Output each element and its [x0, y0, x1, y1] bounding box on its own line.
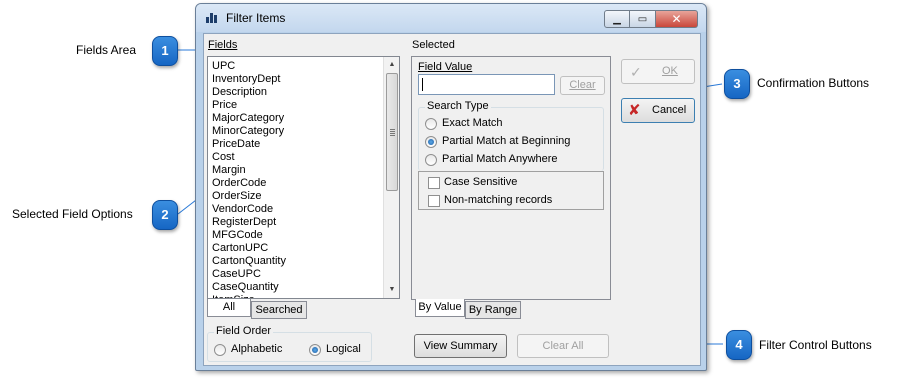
tab-by-value[interactable]: By Value: [415, 299, 465, 317]
text-caret: [422, 78, 423, 91]
checkbox-non-matching-records[interactable]: [428, 195, 440, 207]
tab-all[interactable]: All: [207, 299, 251, 317]
radio-logical[interactable]: [309, 344, 321, 356]
field-value-label: Field Value: [418, 61, 473, 73]
fields-scrollbar[interactable]: ▲ ▼: [383, 57, 399, 298]
list-item[interactable]: OrderCode: [212, 177, 384, 190]
list-item[interactable]: CartonQuantity: [212, 255, 384, 268]
radio-alphabetic[interactable]: [214, 344, 226, 356]
list-item[interactable]: VendorCode: [212, 203, 384, 216]
radio-logical-label: Logical: [326, 343, 361, 355]
list-item[interactable]: CartonUPC: [212, 242, 384, 255]
list-item[interactable]: Description: [212, 86, 384, 99]
selected-field-panel: Field Value Clear Search Type Exact Matc…: [411, 56, 611, 300]
callout-label-filter-control-buttons: Filter Control Buttons: [759, 338, 872, 352]
close-icon: ✕: [671, 12, 682, 26]
fields-label: Fields: [208, 39, 238, 51]
callout-badge-3: 3: [724, 69, 750, 99]
callout-label-confirmation-buttons: Confirmation Buttons: [757, 76, 870, 90]
radio-exact-match[interactable]: [425, 118, 437, 130]
radio-partial-match-anywhere-label: Partial Match Anywhere: [442, 153, 558, 165]
minimize-icon: ▁: [613, 13, 621, 25]
list-item[interactable]: CaseUPC: [212, 268, 384, 281]
checkbox-case-sensitive[interactable]: [428, 177, 440, 189]
filter-items-dialog: Filter Items ▁ ▭ ✕ Fields UPC InventoryDe…: [195, 3, 707, 371]
title-bar[interactable]: Filter Items ▁ ▭ ✕: [196, 4, 706, 32]
tab-by-range[interactable]: By Range: [465, 301, 521, 319]
checkmark-icon: ✓: [630, 64, 642, 80]
radio-exact-match-label: Exact Match: [442, 117, 503, 129]
filter-app-icon: [206, 13, 218, 23]
list-item[interactable]: Cost: [212, 151, 384, 164]
fields-listbox[interactable]: UPC InventoryDept Description Price MajorCat…: [207, 56, 400, 299]
callout-badge-1: 1: [152, 36, 178, 66]
x-cancel-icon: ✘: [628, 102, 641, 119]
list-item[interactable]: MFGCode: [212, 229, 384, 242]
list-item[interactable]: OrderSize: [212, 190, 384, 203]
radio-partial-match-beginning-label: Partial Match at Beginning: [442, 135, 571, 147]
list-item[interactable]: Margin: [212, 164, 384, 177]
list-item[interactable]: MajorCategory: [212, 112, 384, 125]
close-button[interactable]: ✕: [656, 10, 698, 28]
list-item[interactable]: RegisterDept: [212, 216, 384, 229]
checkbox-case-sensitive-label: Case Sensitive: [444, 176, 518, 188]
list-item[interactable]: UPC: [212, 60, 384, 73]
list-item[interactable]: MinorCategory: [212, 125, 384, 138]
clear-button[interactable]: Clear: [560, 76, 605, 95]
radio-partial-match-beginning[interactable]: [425, 136, 437, 148]
checkbox-non-matching-records-label: Non-matching records: [444, 194, 553, 206]
selected-label: Selected: [412, 39, 455, 51]
dialog-client-area: Fields UPC InventoryDept Description Price M…: [203, 33, 701, 366]
field-value-input[interactable]: [418, 74, 555, 95]
tab-searched[interactable]: Searched: [251, 301, 307, 319]
callout-badge-4: 4: [726, 330, 752, 360]
callout-badge-2: 2: [152, 200, 178, 230]
scroll-thumb[interactable]: [386, 73, 398, 191]
field-order-title: Field Order: [214, 325, 274, 337]
callout-label-selected-field-options: Selected Field Options: [12, 207, 133, 221]
search-type-group: Search Type Exact Match Partial Match at…: [418, 100, 604, 171]
ok-button[interactable]: ✓ OK: [621, 59, 695, 84]
scroll-down-arrow-icon[interactable]: ▼: [384, 282, 399, 298]
window-title: Filter Items: [226, 11, 286, 25]
field-order-group: Field Order Alphabetic Logical: [207, 325, 372, 362]
radio-alphabetic-label: Alphabetic: [231, 343, 283, 355]
list-item[interactable]: Price: [212, 99, 384, 112]
search-type-title: Search Type: [425, 100, 491, 112]
scroll-up-arrow-icon[interactable]: ▲: [384, 57, 399, 73]
maximize-icon: ▭: [637, 13, 648, 25]
options-checkbox-box: Case Sensitive Non-matching records: [418, 171, 604, 210]
callout-label-fields-area: Fields Area: [76, 43, 137, 57]
clear-all-button[interactable]: Clear All: [517, 334, 609, 358]
fields-list-items: UPC InventoryDept Description Price MajorCat…: [212, 60, 384, 298]
minimize-button[interactable]: ▁: [604, 10, 630, 28]
view-summary-button[interactable]: View Summary: [414, 334, 507, 358]
list-item[interactable]: CaseQuantity: [212, 281, 384, 294]
maximize-button[interactable]: ▭: [630, 10, 656, 28]
list-item[interactable]: PriceDate: [212, 138, 384, 151]
cancel-button[interactable]: ✘ Cancel: [621, 98, 695, 123]
radio-partial-match-anywhere[interactable]: [425, 154, 437, 166]
list-item[interactable]: InventoryDept: [212, 73, 384, 86]
